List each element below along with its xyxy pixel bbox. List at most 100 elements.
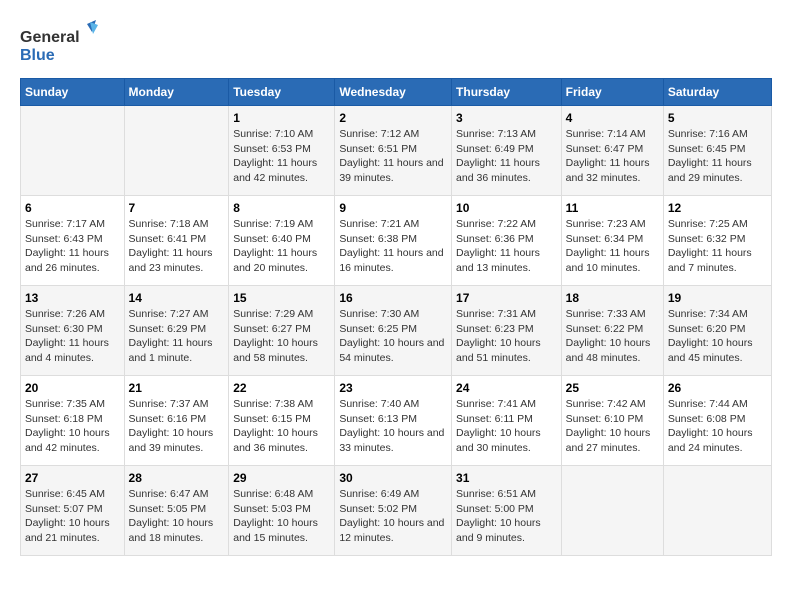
calendar-cell: 11 Sunrise: 7:23 AMSunset: 6:34 PMDayligh… xyxy=(561,196,663,286)
day-info: Sunrise: 7:23 AMSunset: 6:34 PMDaylight:… xyxy=(566,217,659,276)
calendar-cell xyxy=(663,466,771,556)
day-number: 8 xyxy=(233,201,330,215)
day-number: 30 xyxy=(339,471,447,485)
day-number: 28 xyxy=(129,471,225,485)
svg-text:Blue: Blue xyxy=(20,47,55,64)
calendar-header-row: SundayMondayTuesdayWednesdayThursdayFrid… xyxy=(21,79,772,106)
day-info: Sunrise: 7:14 AMSunset: 6:47 PMDaylight:… xyxy=(566,127,659,186)
calendar-cell: 7 Sunrise: 7:18 AMSunset: 6:41 PMDaylight… xyxy=(124,196,229,286)
calendar-cell: 5 Sunrise: 7:16 AMSunset: 6:45 PMDaylight… xyxy=(663,106,771,196)
day-number: 3 xyxy=(456,111,557,125)
day-info: Sunrise: 6:51 AMSunset: 5:00 PMDaylight:… xyxy=(456,487,557,546)
calendar-week-3: 13Sunrise: 7:26 AMSunset: 6:30 PMDayligh… xyxy=(21,286,772,376)
calendar-cell xyxy=(21,106,125,196)
header-wednesday: Wednesday xyxy=(335,79,452,106)
day-number: 21 xyxy=(129,381,225,395)
logo-svg: General Blue xyxy=(20,20,100,68)
calendar-week-1: 1 Sunrise: 7:10 AMSunset: 6:53 PMDaylight… xyxy=(21,106,772,196)
day-info: Sunrise: 7:19 AMSunset: 6:40 PMDaylight:… xyxy=(233,217,330,276)
calendar-cell: 29Sunrise: 6:48 AMSunset: 5:03 PMDayligh… xyxy=(229,466,335,556)
day-info: Sunrise: 7:38 AMSunset: 6:15 PMDaylight:… xyxy=(233,397,330,456)
day-number: 2 xyxy=(339,111,447,125)
day-info: Sunrise: 7:37 AMSunset: 6:16 PMDaylight:… xyxy=(129,397,225,456)
day-info: Sunrise: 7:42 AMSunset: 6:10 PMDaylight:… xyxy=(566,397,659,456)
calendar-cell: 23 Sunrise: 7:40 AMSunset: 6:13 PMDayligh… xyxy=(335,376,452,466)
calendar-cell: 18 Sunrise: 7:33 AMSunset: 6:22 PMDayligh… xyxy=(561,286,663,376)
calendar-week-2: 6 Sunrise: 7:17 AMSunset: 6:43 PMDaylight… xyxy=(21,196,772,286)
calendar-week-5: 27 Sunrise: 6:45 AMSunset: 5:07 PMDayligh… xyxy=(21,466,772,556)
calendar-cell: 10Sunrise: 7:22 AMSunset: 6:36 PMDayligh… xyxy=(452,196,562,286)
day-number: 25 xyxy=(566,381,659,395)
day-number: 1 xyxy=(233,111,330,125)
day-info: Sunrise: 7:33 AMSunset: 6:22 PMDaylight:… xyxy=(566,307,659,366)
day-number: 17 xyxy=(456,291,557,305)
day-info: Sunrise: 7:41 AMSunset: 6:11 PMDaylight:… xyxy=(456,397,557,456)
day-number: 9 xyxy=(339,201,447,215)
calendar-cell xyxy=(561,466,663,556)
day-info: Sunrise: 7:27 AMSunset: 6:29 PMDaylight:… xyxy=(129,307,225,366)
day-number: 23 xyxy=(339,381,447,395)
calendar-cell: 20Sunrise: 7:35 AMSunset: 6:18 PMDayligh… xyxy=(21,376,125,466)
day-number: 13 xyxy=(25,291,120,305)
day-info: Sunrise: 7:16 AMSunset: 6:45 PMDaylight:… xyxy=(668,127,767,186)
calendar-cell: 6 Sunrise: 7:17 AMSunset: 6:43 PMDaylight… xyxy=(21,196,125,286)
calendar-cell: 19Sunrise: 7:34 AMSunset: 6:20 PMDayligh… xyxy=(663,286,771,376)
calendar-cell: 26 Sunrise: 7:44 AMSunset: 6:08 PMDayligh… xyxy=(663,376,771,466)
calendar-cell: 1 Sunrise: 7:10 AMSunset: 6:53 PMDaylight… xyxy=(229,106,335,196)
day-number: 29 xyxy=(233,471,330,485)
day-info: Sunrise: 7:29 AMSunset: 6:27 PMDaylight:… xyxy=(233,307,330,366)
day-info: Sunrise: 7:31 AMSunset: 6:23 PMDaylight:… xyxy=(456,307,557,366)
day-info: Sunrise: 7:35 AMSunset: 6:18 PMDaylight:… xyxy=(25,397,120,456)
calendar-cell: 24 Sunrise: 7:41 AMSunset: 6:11 PMDayligh… xyxy=(452,376,562,466)
page-header: General Blue xyxy=(20,20,772,68)
day-number: 6 xyxy=(25,201,120,215)
day-info: Sunrise: 6:49 AMSunset: 5:02 PMDaylight:… xyxy=(339,487,447,546)
calendar-cell: 13Sunrise: 7:26 AMSunset: 6:30 PMDayligh… xyxy=(21,286,125,376)
day-number: 11 xyxy=(566,201,659,215)
day-info: Sunrise: 6:47 AMSunset: 5:05 PMDaylight:… xyxy=(129,487,225,546)
day-number: 18 xyxy=(566,291,659,305)
day-info: Sunrise: 7:17 AMSunset: 6:43 PMDaylight:… xyxy=(25,217,120,276)
day-number: 27 xyxy=(25,471,120,485)
day-number: 5 xyxy=(668,111,767,125)
day-info: Sunrise: 7:10 AMSunset: 6:53 PMDaylight:… xyxy=(233,127,330,186)
header-sunday: Sunday xyxy=(21,79,125,106)
calendar-cell: 31 Sunrise: 6:51 AMSunset: 5:00 PMDayligh… xyxy=(452,466,562,556)
calendar-cell xyxy=(124,106,229,196)
svg-text:General: General xyxy=(20,29,80,46)
day-info: Sunrise: 7:30 AMSunset: 6:25 PMDaylight:… xyxy=(339,307,447,366)
calendar-cell: 21 Sunrise: 7:37 AMSunset: 6:16 PMDayligh… xyxy=(124,376,229,466)
day-info: Sunrise: 7:13 AMSunset: 6:49 PMDaylight:… xyxy=(456,127,557,186)
header-friday: Friday xyxy=(561,79,663,106)
day-number: 4 xyxy=(566,111,659,125)
day-number: 24 xyxy=(456,381,557,395)
calendar-cell: 22 Sunrise: 7:38 AMSunset: 6:15 PMDayligh… xyxy=(229,376,335,466)
day-number: 16 xyxy=(339,291,447,305)
logo: General Blue xyxy=(20,20,100,68)
header-thursday: Thursday xyxy=(452,79,562,106)
day-number: 14 xyxy=(129,291,225,305)
day-info: Sunrise: 7:22 AMSunset: 6:36 PMDaylight:… xyxy=(456,217,557,276)
day-number: 31 xyxy=(456,471,557,485)
day-info: Sunrise: 7:18 AMSunset: 6:41 PMDaylight:… xyxy=(129,217,225,276)
day-info: Sunrise: 7:21 AMSunset: 6:38 PMDaylight:… xyxy=(339,217,447,276)
day-number: 26 xyxy=(668,381,767,395)
day-number: 12 xyxy=(668,201,767,215)
calendar-cell: 4 Sunrise: 7:14 AMSunset: 6:47 PMDaylight… xyxy=(561,106,663,196)
day-info: Sunrise: 7:34 AMSunset: 6:20 PMDaylight:… xyxy=(668,307,767,366)
day-info: Sunrise: 7:44 AMSunset: 6:08 PMDaylight:… xyxy=(668,397,767,456)
calendar-cell: 30 Sunrise: 6:49 AMSunset: 5:02 PMDayligh… xyxy=(335,466,452,556)
day-number: 15 xyxy=(233,291,330,305)
header-saturday: Saturday xyxy=(663,79,771,106)
calendar-table: SundayMondayTuesdayWednesdayThursdayFrid… xyxy=(20,78,772,556)
day-info: Sunrise: 7:25 AMSunset: 6:32 PMDaylight:… xyxy=(668,217,767,276)
calendar-cell: 28 Sunrise: 6:47 AMSunset: 5:05 PMDayligh… xyxy=(124,466,229,556)
calendar-cell: 15 Sunrise: 7:29 AMSunset: 6:27 PMDayligh… xyxy=(229,286,335,376)
day-info: Sunrise: 6:45 AMSunset: 5:07 PMDaylight:… xyxy=(25,487,120,546)
calendar-cell: 2Sunrise: 7:12 AMSunset: 6:51 PMDaylight… xyxy=(335,106,452,196)
day-info: Sunrise: 7:40 AMSunset: 6:13 PMDaylight:… xyxy=(339,397,447,456)
day-number: 7 xyxy=(129,201,225,215)
day-number: 22 xyxy=(233,381,330,395)
calendar-cell: 16 Sunrise: 7:30 AMSunset: 6:25 PMDayligh… xyxy=(335,286,452,376)
calendar-week-4: 20Sunrise: 7:35 AMSunset: 6:18 PMDayligh… xyxy=(21,376,772,466)
